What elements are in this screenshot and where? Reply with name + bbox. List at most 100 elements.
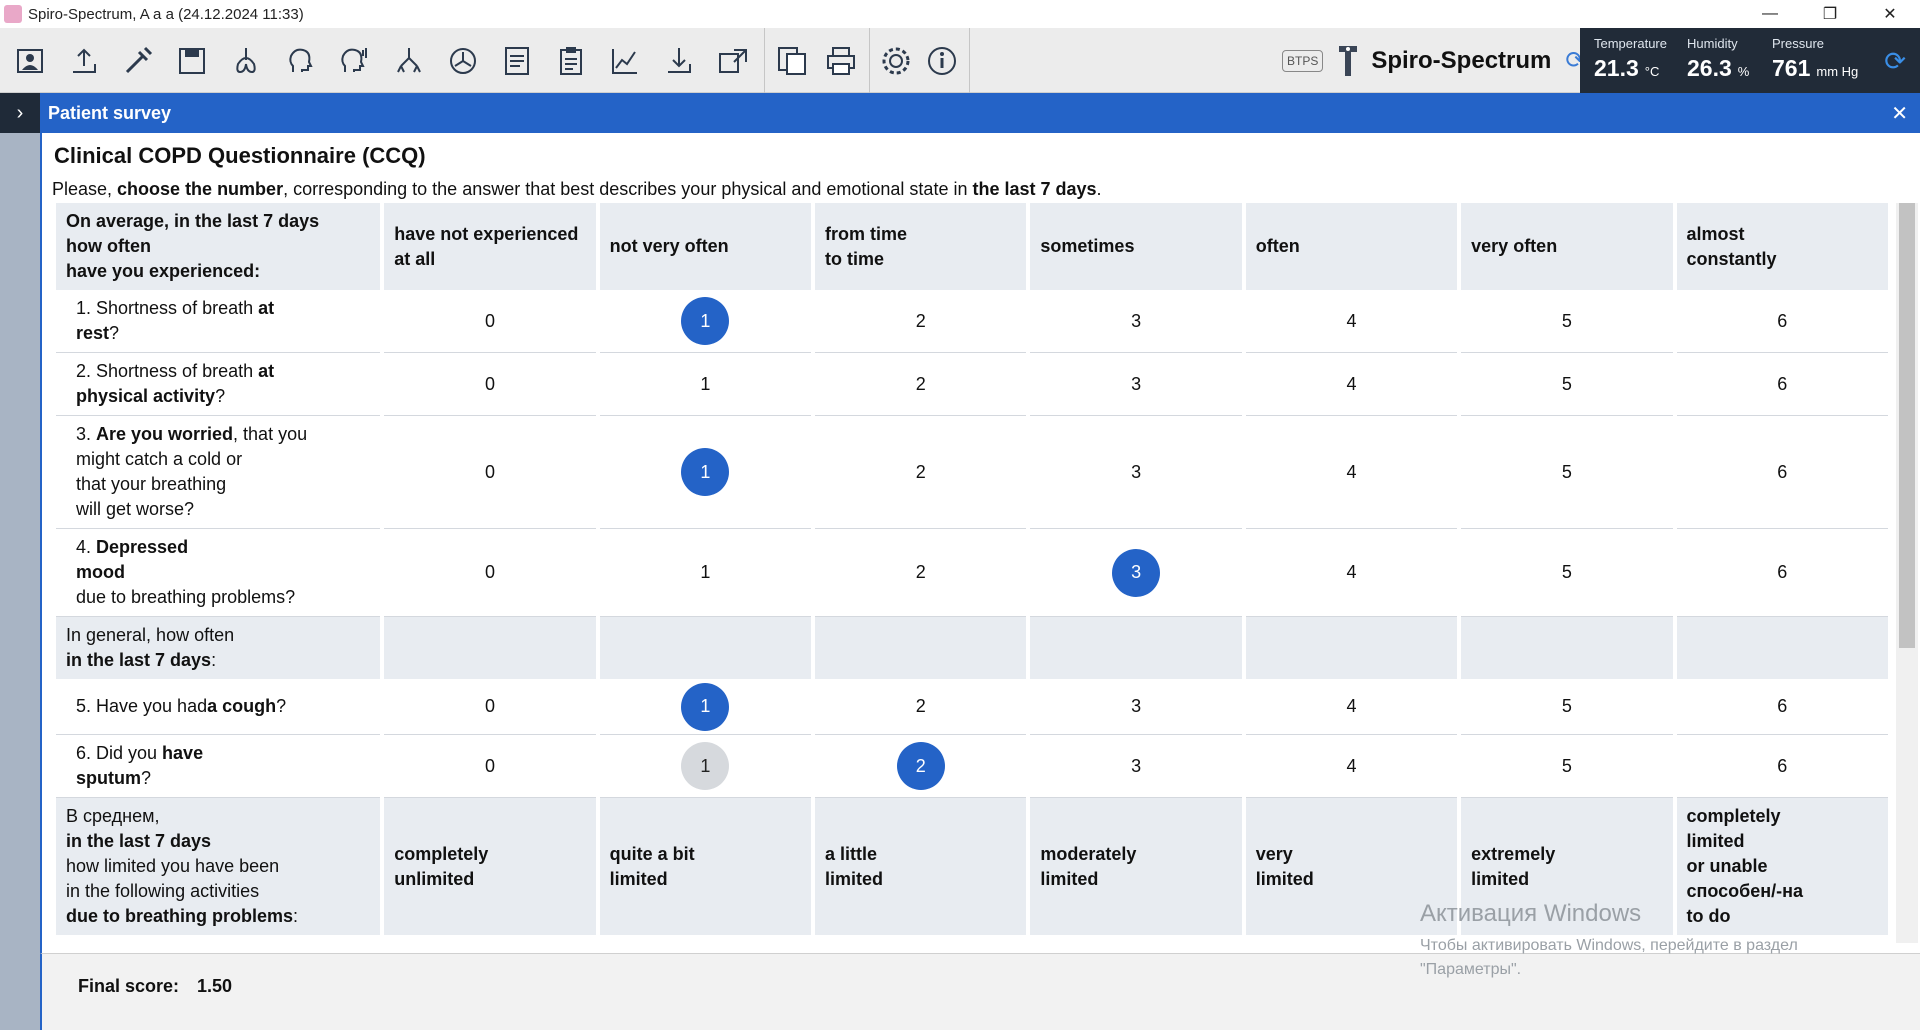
- answer-option[interactable]: 0: [466, 448, 514, 496]
- answer-cell[interactable]: 5: [1461, 290, 1673, 353]
- answer-cell[interactable]: 0: [384, 735, 596, 798]
- answer-cell[interactable]: 5: [1461, 529, 1673, 617]
- bronchi-button[interactable]: [385, 37, 432, 85]
- answer-cell[interactable]: 5: [1461, 735, 1673, 798]
- answer-cell[interactable]: 3: [1030, 290, 1242, 353]
- answer-cell[interactable]: 3: [1030, 735, 1242, 798]
- expand-sidebar-button[interactable]: ›: [0, 93, 40, 133]
- answer-cell[interactable]: 6: [1676, 353, 1888, 416]
- download-button[interactable]: [656, 37, 703, 85]
- answer-option[interactable]: 6: [1758, 683, 1806, 731]
- answer-cell[interactable]: 4: [1245, 290, 1458, 353]
- answer-option[interactable]: 3: [1112, 548, 1161, 597]
- answer-cell[interactable]: 6: [1676, 290, 1888, 353]
- answer-cell[interactable]: 2: [815, 290, 1027, 353]
- answer-cell[interactable]: 2: [815, 416, 1027, 529]
- minimize-button[interactable]: —: [1740, 0, 1800, 28]
- answer-option[interactable]: 3: [1112, 297, 1160, 345]
- answer-option[interactable]: 1: [681, 360, 729, 408]
- answer-cell[interactable]: 4: [1245, 529, 1458, 617]
- answer-cell[interactable]: 2: [815, 735, 1027, 798]
- fan-button[interactable]: [439, 37, 486, 85]
- clipboard-button[interactable]: [547, 37, 594, 85]
- answer-cell[interactable]: 3: [1030, 679, 1242, 735]
- answer-option[interactable]: 1: [681, 448, 730, 496]
- answer-option[interactable]: 4: [1327, 549, 1375, 597]
- answer-option[interactable]: 2: [897, 297, 945, 345]
- info-button[interactable]: [923, 37, 963, 85]
- answer-cell[interactable]: 3: [1030, 529, 1242, 617]
- btps-badge[interactable]: BTPS: [1282, 49, 1324, 72]
- documents-button[interactable]: [771, 37, 813, 85]
- answer-option[interactable]: 0: [466, 549, 514, 597]
- close-window-button[interactable]: ✕: [1860, 0, 1920, 28]
- transfer-button[interactable]: [710, 37, 757, 85]
- lungs-button[interactable]: [223, 37, 270, 85]
- answer-option[interactable]: 3: [1112, 742, 1160, 790]
- head-signal-button[interactable]: [331, 37, 378, 85]
- answer-option[interactable]: 4: [1327, 297, 1375, 345]
- answer-cell[interactable]: 1: [599, 679, 812, 735]
- answer-option[interactable]: 5: [1543, 448, 1591, 496]
- answer-option[interactable]: 2: [897, 448, 945, 496]
- answer-option[interactable]: 5: [1543, 360, 1591, 408]
- answer-cell[interactable]: 3: [1030, 353, 1242, 416]
- answer-option[interactable]: 6: [1758, 297, 1806, 345]
- answer-option[interactable]: 4: [1327, 742, 1375, 790]
- answer-option[interactable]: 2: [897, 683, 945, 731]
- answer-option[interactable]: 0: [466, 360, 514, 408]
- answer-option[interactable]: 5: [1543, 683, 1591, 731]
- answer-option[interactable]: 5: [1543, 549, 1591, 597]
- answer-option[interactable]: 2: [896, 742, 945, 790]
- answer-option[interactable]: 0: [466, 742, 514, 790]
- save-button[interactable]: [168, 37, 215, 85]
- answer-cell[interactable]: 6: [1676, 529, 1888, 617]
- answer-option[interactable]: 3: [1112, 448, 1160, 496]
- export-button[interactable]: [60, 37, 107, 85]
- scrollbar-thumb[interactable]: [1899, 203, 1915, 648]
- answer-cell[interactable]: 0: [384, 416, 596, 529]
- answer-option[interactable]: 6: [1758, 742, 1806, 790]
- answer-option[interactable]: 1: [681, 742, 730, 790]
- answer-cell[interactable]: 2: [815, 529, 1027, 617]
- answer-cell[interactable]: 4: [1245, 679, 1458, 735]
- answer-option[interactable]: 4: [1327, 683, 1375, 731]
- answer-cell[interactable]: 2: [815, 679, 1027, 735]
- answer-cell[interactable]: 5: [1461, 353, 1673, 416]
- chart-button[interactable]: [602, 37, 649, 85]
- answer-cell[interactable]: 6: [1676, 679, 1888, 735]
- answer-option[interactable]: 5: [1543, 297, 1591, 345]
- answer-cell[interactable]: 0: [384, 290, 596, 353]
- answer-option[interactable]: 0: [466, 297, 514, 345]
- patient-card-button[interactable]: [6, 37, 53, 85]
- answer-cell[interactable]: 1: [599, 290, 812, 353]
- answer-option[interactable]: 6: [1758, 549, 1806, 597]
- answer-cell[interactable]: 0: [384, 529, 596, 617]
- answer-option[interactable]: 2: [897, 549, 945, 597]
- answer-option[interactable]: 6: [1758, 360, 1806, 408]
- answer-option[interactable]: 5: [1543, 742, 1591, 790]
- answer-cell[interactable]: 6: [1676, 735, 1888, 798]
- answer-option[interactable]: 0: [466, 683, 514, 731]
- answer-cell[interactable]: 1: [599, 735, 812, 798]
- answer-option[interactable]: 1: [681, 549, 729, 597]
- answer-cell[interactable]: 0: [384, 353, 596, 416]
- answer-option[interactable]: 3: [1112, 360, 1160, 408]
- answer-cell[interactable]: 6: [1676, 416, 1888, 529]
- head-profile-button[interactable]: [277, 37, 324, 85]
- answer-option[interactable]: 4: [1327, 448, 1375, 496]
- syringe-button[interactable]: [114, 37, 161, 85]
- answer-option[interactable]: 1: [681, 682, 730, 731]
- answer-option[interactable]: 4: [1327, 360, 1375, 408]
- answer-cell[interactable]: 4: [1245, 416, 1458, 529]
- report-button[interactable]: [493, 37, 540, 85]
- sync-icon[interactable]: ⟳: [1884, 46, 1906, 77]
- close-panel-button[interactable]: ✕: [1891, 101, 1908, 126]
- answer-cell[interactable]: 2: [815, 353, 1027, 416]
- answer-cell[interactable]: 5: [1461, 416, 1673, 529]
- answer-cell[interactable]: 4: [1245, 353, 1458, 416]
- restore-button[interactable]: ❐: [1800, 0, 1860, 28]
- answer-cell[interactable]: 1: [599, 353, 812, 416]
- settings-button[interactable]: [876, 37, 916, 85]
- answer-cell[interactable]: 0: [384, 679, 596, 735]
